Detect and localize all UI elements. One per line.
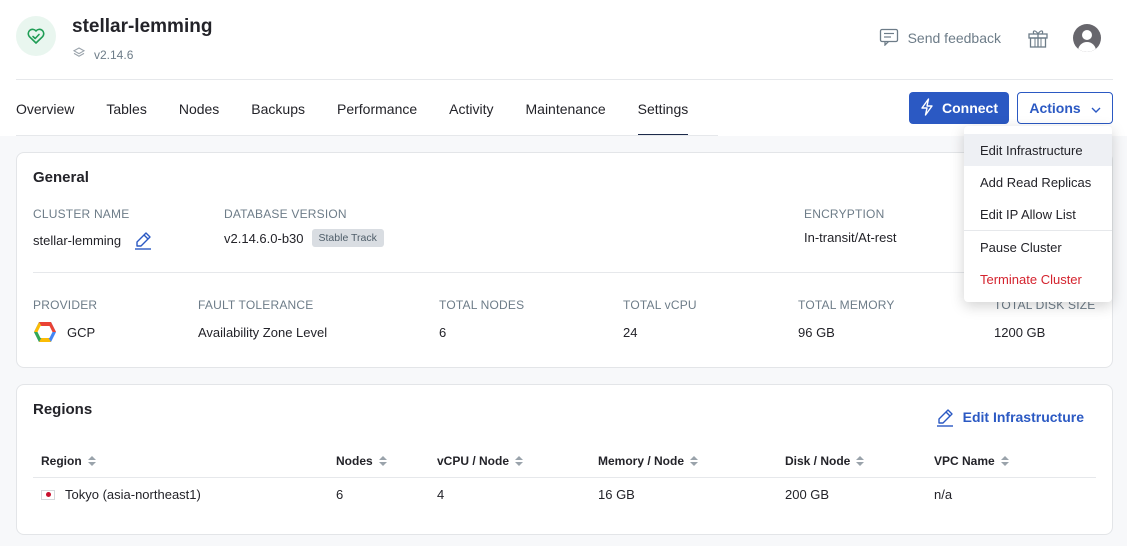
- sort-icon: [1000, 456, 1009, 466]
- tab-backups[interactable]: Backups: [251, 80, 305, 136]
- edit-icon: [935, 407, 955, 427]
- regions-card: Regions Edit Infrastructure Region Nodes…: [16, 384, 1113, 535]
- menu-terminate-cluster[interactable]: Terminate Cluster: [964, 263, 1112, 295]
- col-memory-label: Memory / Node: [598, 454, 685, 468]
- feedback-icon: [879, 28, 899, 49]
- tab-maintenance[interactable]: Maintenance: [526, 80, 606, 136]
- col-header-region[interactable]: Region: [41, 454, 96, 468]
- total-vcpu-value: 24: [623, 325, 638, 340]
- sort-icon: [690, 456, 699, 466]
- table-header-divider: [33, 477, 1096, 478]
- total-nodes-value: 6: [439, 325, 447, 340]
- regions-title: Regions: [33, 401, 93, 418]
- tab-divider: [16, 135, 718, 136]
- col-vcpu-label: vCPU / Node: [437, 454, 510, 468]
- db-version-text: v2.14.6.0-b30: [224, 230, 304, 246]
- cluster-version: v2.14.6: [72, 46, 133, 63]
- chevron-down-icon: [1091, 100, 1101, 116]
- gift-icon[interactable]: [1027, 27, 1049, 49]
- tab-nodes[interactable]: Nodes: [179, 80, 219, 136]
- cell-vpc: n/a: [934, 487, 953, 502]
- cluster-name-value: stellar-lemming: [33, 230, 153, 250]
- edit-infrastructure-label: Edit Infrastructure: [962, 409, 1084, 425]
- col-vpc-label: VPC Name: [934, 454, 995, 468]
- general-divider: [33, 272, 1096, 273]
- col-header-nodes[interactable]: Nodes: [336, 454, 387, 468]
- encryption-label: ENCRYPTION: [804, 207, 885, 221]
- col-disk-label: Disk / Node: [785, 454, 851, 468]
- provider-text: GCP: [67, 324, 96, 340]
- menu-pause-cluster[interactable]: Pause Cluster: [964, 231, 1112, 263]
- col-header-vcpu[interactable]: vCPU / Node: [437, 454, 524, 468]
- menu-edit-infrastructure[interactable]: Edit Infrastructure: [964, 134, 1112, 166]
- cell-disk: 200 GB: [785, 487, 830, 502]
- general-title: General: [33, 169, 89, 186]
- tab-tables[interactable]: Tables: [106, 80, 146, 136]
- page-header: stellar-lemming v2.14.6 Send feedback: [0, 0, 1127, 80]
- tab-overview[interactable]: Overview: [16, 80, 74, 136]
- feedback-label: Send feedback: [907, 30, 1001, 46]
- edit-infrastructure-link[interactable]: Edit Infrastructure: [935, 407, 1084, 427]
- total-nodes-label: TOTAL NODES: [439, 298, 525, 312]
- col-header-memory[interactable]: Memory / Node: [598, 454, 699, 468]
- provider-value: GCP: [33, 321, 95, 343]
- cell-vcpu: 4: [437, 487, 445, 502]
- tab-settings[interactable]: Settings: [637, 80, 688, 136]
- db-version-value: v2.14.6.0-b30 Stable Track: [224, 229, 384, 247]
- cluster-name-text: stellar-lemming: [33, 232, 122, 248]
- cell-memory: 16 GB: [598, 487, 635, 502]
- provider-label: PROVIDER: [33, 298, 98, 312]
- total-memory-label: TOTAL MEMORY: [798, 298, 895, 312]
- sort-icon: [515, 456, 524, 466]
- stable-track-badge: Stable Track: [311, 229, 384, 247]
- col-header-disk[interactable]: Disk / Node: [785, 454, 865, 468]
- actions-label: Actions: [1029, 100, 1081, 116]
- tab-activity[interactable]: Activity: [449, 80, 493, 136]
- col-region-label: Region: [41, 454, 82, 468]
- menu-add-read-replicas[interactable]: Add Read Replicas: [964, 166, 1112, 198]
- cluster-name-label: CLUSTER NAME: [33, 207, 130, 221]
- layers-icon: [72, 46, 86, 63]
- total-disk-value: 1200 GB: [994, 325, 1046, 340]
- cluster-health-icon: [16, 16, 56, 56]
- encryption-value: In-transit/At-rest: [804, 230, 897, 245]
- fault-tolerance-value: Availability Zone Level: [198, 325, 328, 340]
- version-text: v2.14.6: [94, 47, 134, 62]
- actions-button[interactable]: Actions: [1017, 92, 1113, 124]
- tab-bar: Overview Tables Nodes Backups Performanc…: [0, 80, 1127, 136]
- cluster-title: stellar-lemming: [72, 16, 213, 37]
- tab-performance[interactable]: Performance: [337, 80, 417, 136]
- menu-edit-ip-allow-list[interactable]: Edit IP Allow List: [964, 198, 1112, 230]
- gcp-logo-icon: [33, 321, 57, 343]
- actions-dropdown-menu: Edit Infrastructure Add Read Replicas Ed…: [964, 126, 1112, 302]
- connect-button[interactable]: Connect: [909, 92, 1009, 124]
- lightning-icon: [920, 97, 934, 119]
- japan-flag-icon: [41, 489, 55, 500]
- col-header-vpc[interactable]: VPC Name: [934, 454, 1009, 468]
- edit-name-icon[interactable]: [133, 230, 153, 250]
- db-version-label: DATABASE VERSION: [224, 207, 347, 221]
- connect-label: Connect: [942, 100, 998, 116]
- sort-icon: [378, 456, 387, 466]
- cell-nodes: 6: [336, 487, 344, 502]
- sort-icon: [856, 456, 865, 466]
- send-feedback-link[interactable]: Send feedback: [879, 28, 1001, 49]
- sort-icon: [87, 456, 96, 466]
- cell-region: Tokyo (asia-northeast1): [41, 487, 201, 502]
- col-nodes-label: Nodes: [336, 454, 373, 468]
- region-name: Tokyo (asia-northeast1): [65, 487, 201, 502]
- total-vcpu-label: TOTAL vCPU: [623, 298, 697, 312]
- total-memory-value: 96 GB: [798, 325, 835, 340]
- fault-tolerance-label: FAULT TOLERANCE: [198, 298, 314, 312]
- general-card: General CLUSTER NAME stellar-lemming DAT…: [16, 152, 1113, 368]
- user-avatar[interactable]: [1073, 24, 1101, 52]
